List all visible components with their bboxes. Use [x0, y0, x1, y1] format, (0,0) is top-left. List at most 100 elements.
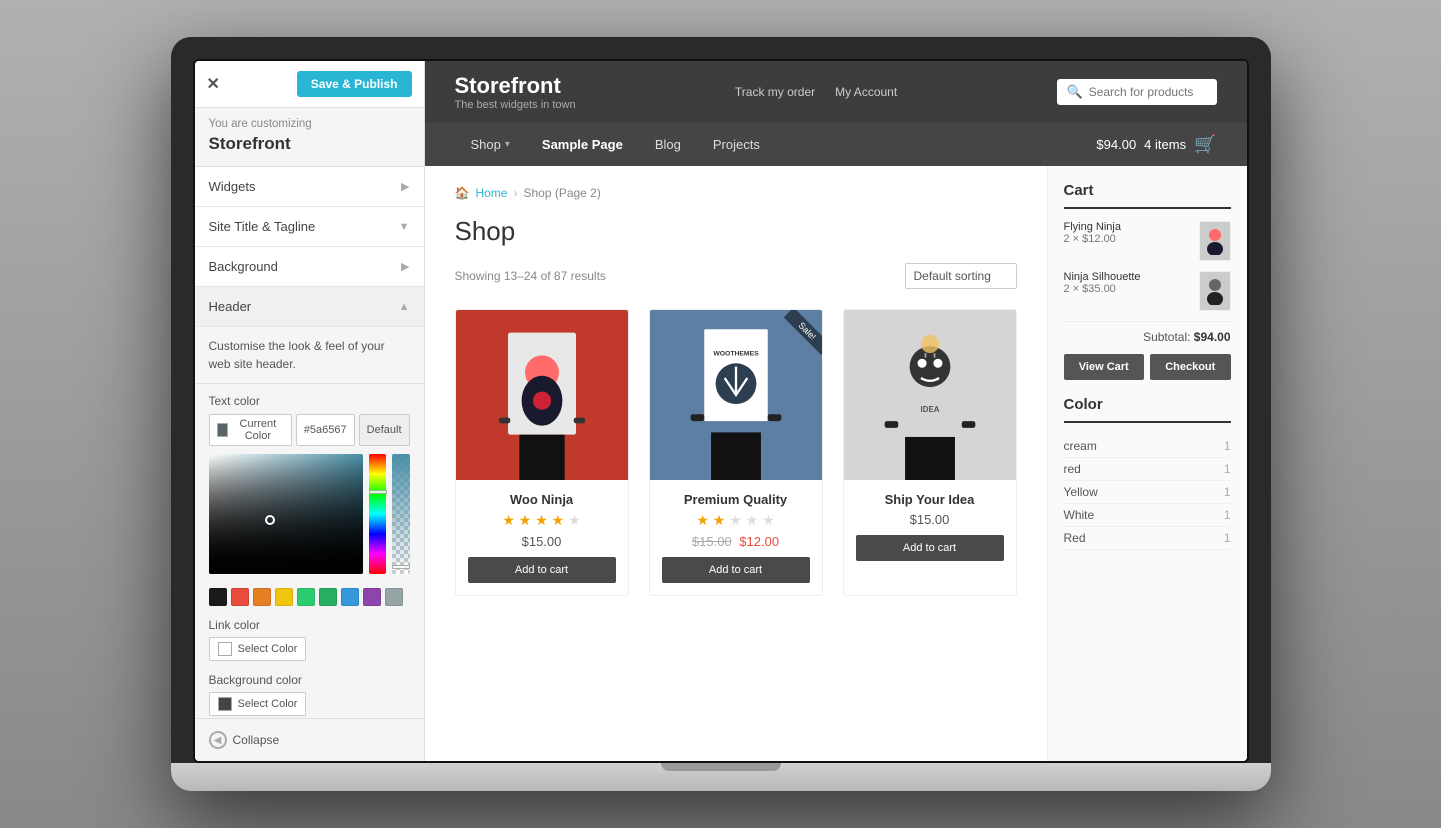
swatch-purple[interactable] [363, 588, 381, 606]
current-color-swatch [217, 423, 228, 437]
swatch-black[interactable] [209, 588, 227, 606]
product-image-woo-ninja [456, 310, 628, 480]
nav-item-sample-page[interactable]: Sample Page [526, 123, 639, 166]
store-nav-menu: Shop ▾ Sample Page Blog Projects [455, 123, 776, 166]
swatch-green[interactable] [297, 588, 315, 606]
link-color-label: Link color [209, 618, 410, 632]
bg-color-label: Background color [209, 673, 410, 687]
product-stars-premium: ★ ★ ★ ★ ★ [662, 512, 810, 529]
store-search[interactable]: 🔍 [1057, 79, 1217, 105]
cart-item-2-name: Ninja Silhouette [1064, 271, 1191, 283]
view-cart-button[interactable]: View Cart [1064, 354, 1145, 380]
cart-thumb-1-icon [1205, 227, 1225, 255]
product-card-ship-idea: IDEA Ship Your Idea [843, 309, 1017, 596]
cart-thumb-2-icon [1205, 277, 1225, 305]
color-gradient-picker[interactable] [209, 454, 363, 574]
cart-item-1: Flying Ninja 2 × $12.00 [1064, 221, 1231, 261]
current-color-button[interactable]: Current Color [209, 414, 292, 446]
collapse-button[interactable]: ◀ Collapse [195, 718, 424, 761]
swatch-red[interactable] [231, 588, 249, 606]
swatch-yellow[interactable] [275, 588, 293, 606]
breadcrumb-home-icon: 🏠 [455, 186, 470, 200]
bg-color-section: Background color Select Color [195, 667, 424, 718]
link-color-select-button[interactable]: Select Color [209, 637, 307, 661]
track-order-link[interactable]: Track my order [735, 85, 815, 99]
results-text: Showing 13–24 of 87 results [455, 269, 606, 283]
star-2-p: ★ [713, 512, 726, 528]
bg-color-swatch [218, 697, 232, 711]
color-filter-red2[interactable]: Red 1 [1064, 527, 1231, 550]
product-price-ship-idea: $15.00 [856, 512, 1004, 527]
hex-value-button[interactable]: #5a6567 [296, 414, 355, 446]
cart-item-1-qty: 2 × $12.00 [1064, 233, 1191, 245]
menu-item-widgets[interactable]: Widgets ▶ [195, 167, 424, 207]
menu-item-background[interactable]: Background ▶ [195, 247, 424, 287]
subtotal-value: $94.00 [1194, 330, 1231, 344]
collapse-circle-icon: ◀ [209, 731, 227, 749]
menu-item-header[interactable]: Header ▲ [195, 287, 424, 327]
store-brand: Storefront The best widgets in town [455, 73, 576, 111]
main-content: 🏠 Home › Shop (Page 2) Shop Showing 13–2… [425, 166, 1247, 761]
color-label-white: White [1064, 508, 1095, 522]
color-count-yellow: 1 [1224, 485, 1231, 499]
save-publish-button[interactable]: Save & Publish [297, 71, 412, 97]
nav-item-shop[interactable]: Shop ▾ [455, 123, 526, 166]
nav-dropdown-icon: ▾ [505, 139, 510, 150]
product-image-ship-idea: IDEA [844, 310, 1016, 480]
shop-bar: Showing 13–24 of 87 results Default sort… [455, 263, 1017, 289]
gradient-overlay [209, 454, 363, 574]
swatch-gray[interactable] [385, 588, 403, 606]
nav-item-blog[interactable]: Blog [639, 123, 697, 166]
product-info-ship-idea: Ship Your Idea $15.00 Add to cart [844, 480, 1016, 573]
cart-item-1-thumb [1199, 221, 1231, 261]
alpha-slider[interactable] [392, 454, 409, 574]
bg-color-select-button[interactable]: Select Color [209, 692, 307, 716]
chevron-right-icon: ▶ [401, 180, 409, 193]
collapse-label: Collapse [233, 733, 280, 747]
color-count-red2: 1 [1224, 531, 1231, 545]
cart-count: 4 items [1144, 137, 1186, 152]
product-info-premium: Premium Quality ★ ★ ★ ★ ★ [650, 480, 822, 595]
product-name-woo-ninja: Woo Ninja [468, 492, 616, 507]
alpha-slider-thumb [392, 565, 410, 569]
cart-icon[interactable]: 🛒 [1194, 134, 1216, 155]
nav-item-projects[interactable]: Projects [697, 123, 776, 166]
product-card-woo-ninja: Woo Ninja ★ ★ ★ ★ ★ $15.00 [455, 309, 629, 596]
color-filter-white[interactable]: White 1 [1064, 504, 1231, 527]
search-input[interactable] [1089, 85, 1207, 99]
menu-item-site-title[interactable]: Site Title & Tagline ▼ [195, 207, 424, 247]
default-button[interactable]: Default [359, 414, 410, 446]
cart-info: $94.00 4 items 🛒 [1096, 134, 1216, 155]
chevron-down-icon: ▼ [399, 221, 410, 233]
my-account-link[interactable]: My Account [835, 85, 897, 99]
star-5-p: ★ [762, 512, 775, 528]
store-name: Storefront [455, 73, 576, 99]
customizer-header: ✕ Save & Publish [195, 61, 424, 108]
swatch-dark-green[interactable] [319, 588, 337, 606]
checkout-button[interactable]: Checkout [1150, 354, 1231, 380]
star-4-p: ★ [746, 512, 759, 528]
store-nav-links: Track my order My Account [735, 85, 897, 99]
sort-select[interactable]: Default sorting [905, 263, 1017, 289]
header-description: Customise the look & feel of your web si… [195, 327, 424, 384]
star-3-p: ★ [729, 512, 742, 528]
color-label-red: red [1064, 462, 1081, 476]
hex-value-text: #5a6567 [304, 424, 347, 436]
close-button[interactable]: ✕ [207, 74, 220, 94]
hue-slider[interactable] [369, 454, 386, 574]
product-price-premium: $15.00 $12.00 [662, 534, 810, 549]
add-to-cart-woo-ninja[interactable]: Add to cart [468, 557, 616, 583]
product-price-woo-ninja: $15.00 [468, 534, 616, 549]
color-filter-cream[interactable]: cream 1 [1064, 435, 1231, 458]
swatch-orange[interactable] [253, 588, 271, 606]
star-5: ★ [568, 512, 581, 528]
add-to-cart-premium[interactable]: Add to cart [662, 557, 810, 583]
bg-select-label: Select Color [238, 698, 298, 710]
product-name-premium: Premium Quality [662, 492, 810, 507]
swatch-blue[interactable] [341, 588, 359, 606]
breadcrumb-home-link[interactable]: Home [475, 186, 507, 200]
color-filter-yellow[interactable]: Yellow 1 [1064, 481, 1231, 504]
add-to-cart-ship-idea[interactable]: Add to cart [856, 535, 1004, 561]
color-filter-red[interactable]: red 1 [1064, 458, 1231, 481]
shop-title: Shop [455, 216, 1017, 247]
